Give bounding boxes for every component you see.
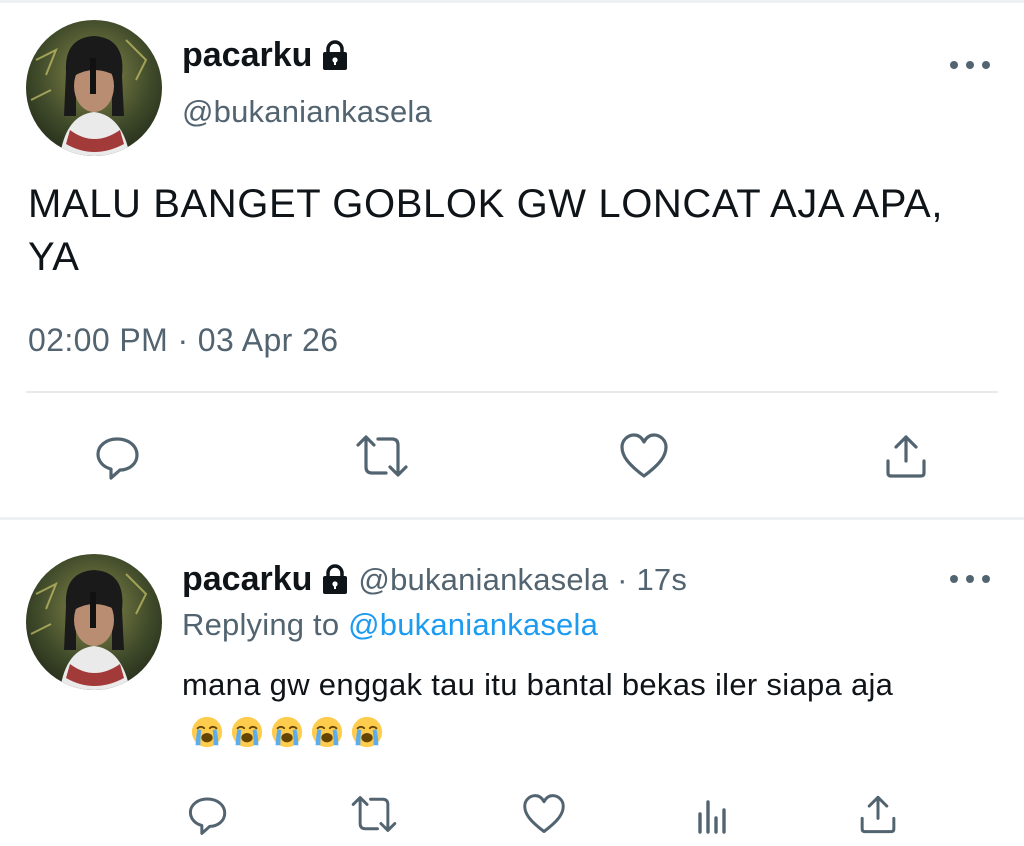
lock-icon	[320, 563, 350, 596]
analytics-icon[interactable]	[682, 786, 742, 842]
display-name[interactable]: pacarku	[182, 36, 350, 75]
lock-icon	[320, 39, 350, 72]
reply-icon[interactable]	[178, 786, 238, 842]
reply-text-block: mana gw enggak tau itu bantal bekas iler…	[182, 662, 982, 752]
divider	[26, 391, 998, 393]
more-options-icon[interactable]	[950, 572, 990, 586]
like-icon[interactable]	[614, 428, 674, 484]
more-options-icon[interactable]	[950, 58, 990, 72]
loudly-crying-face-emoji	[310, 715, 344, 749]
handle-and-time[interactable]: @bukaniankasela · 17s	[358, 562, 687, 598]
replying-to: Replying to @bukaniankasela	[182, 607, 598, 643]
retweet-icon[interactable]	[344, 786, 404, 842]
avatar[interactable]	[26, 20, 162, 156]
share-icon[interactable]	[848, 786, 908, 842]
replying-label: Replying to	[182, 607, 349, 642]
tweet-text: MALU BANGET GOBLOK GW LONCAT AJA APA, YA	[28, 182, 944, 279]
tweet-text: mana gw enggak tau itu bantal bekas iler…	[182, 667, 894, 702]
top-divider	[0, 0, 1024, 3]
avatar[interactable]	[26, 554, 162, 690]
section-divider	[0, 517, 1024, 520]
reply-header: pacarku @bukaniankasela · 17s	[182, 560, 687, 599]
loudly-crying-face-emoji	[230, 715, 264, 749]
retweet-icon[interactable]	[352, 428, 412, 484]
timestamp[interactable]: 02:00 PM · 03 Apr 26	[28, 322, 338, 359]
emoji-row	[190, 715, 384, 749]
display-name[interactable]: pacarku	[182, 560, 312, 599]
loudly-crying-face-emoji	[350, 715, 384, 749]
reply-icon[interactable]	[88, 428, 148, 484]
handle[interactable]: @bukaniankasela	[182, 94, 432, 130]
replying-handle-link[interactable]: @bukaniankasela	[348, 607, 598, 642]
loudly-crying-face-emoji	[190, 715, 224, 749]
like-icon[interactable]	[514, 786, 574, 842]
share-icon[interactable]	[876, 428, 936, 484]
loudly-crying-face-emoji	[270, 715, 304, 749]
